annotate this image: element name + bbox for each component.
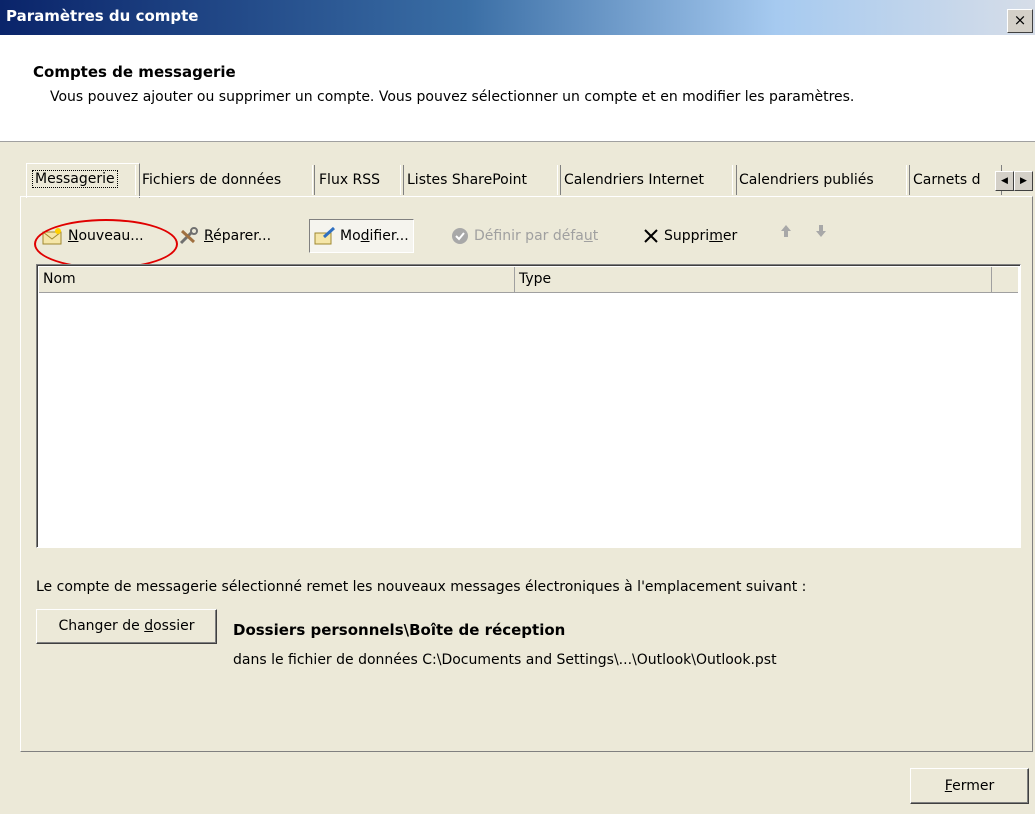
title-bar: Paramètres du compte × [0, 0, 1035, 35]
tab-calendriers-publies[interactable]: Calendriers publiés [732, 165, 910, 195]
close-window-button[interactable]: × [1007, 9, 1033, 33]
column-header-type[interactable]: Type [515, 267, 992, 292]
set-default-button[interactable]: Définir par défaut [450, 219, 598, 253]
window-title: Paramètres du compte [6, 7, 199, 25]
list-header: Nom Type [39, 267, 1018, 293]
header-panel: Comptes de messagerie Vous pouvez ajoute… [0, 35, 1035, 142]
delivery-folder: Dossiers personnels\Boîte de réception [233, 621, 566, 639]
tab-carnets[interactable]: Carnets d [906, 165, 1002, 195]
tab-listes-sharepoint[interactable]: Listes SharePoint [400, 165, 561, 195]
tab-flux-rss[interactable]: Flux RSS [312, 165, 404, 195]
modify-icon [314, 227, 336, 245]
modify-button[interactable]: Modifier... [309, 219, 414, 253]
tab-calendriers-internet[interactable]: Calendriers Internet [557, 165, 737, 195]
tab-fichiers-de-donnees[interactable]: Fichiers de données [135, 165, 315, 195]
tab-scroll-right-icon[interactable]: ▶ [1014, 171, 1033, 191]
close-button[interactable]: Fermer [910, 768, 1029, 804]
tab-strip: Messagerie Fichiers de données Flux RSS … [22, 163, 1035, 198]
arrow-down-icon [816, 225, 826, 237]
accounts-list[interactable]: Nom Type [36, 264, 1021, 548]
column-header-nom[interactable]: Nom [39, 267, 515, 292]
delivery-note: Le compte de messagerie sélectionné reme… [36, 579, 807, 595]
move-up-button[interactable] [779, 219, 793, 253]
highlight-ellipse [34, 219, 178, 269]
delete-x-icon [644, 229, 658, 243]
change-folder-button[interactable]: Changer de dossier [36, 609, 217, 644]
check-circle-icon [452, 228, 468, 244]
tab-scroll: ◀ ▶ [995, 171, 1033, 191]
data-file-path: dans le fichier de données C:\Documents … [233, 652, 777, 668]
arrow-up-icon [781, 225, 791, 237]
repair-tools-icon [179, 227, 198, 245]
move-down-button[interactable] [814, 219, 828, 253]
repair-button[interactable]: Réparer... [178, 219, 271, 253]
header-description: Vous pouvez ajouter ou supprimer un comp… [50, 89, 855, 105]
tab-scroll-left-icon[interactable]: ◀ [995, 171, 1014, 191]
delete-button[interactable]: Supprimer [642, 219, 737, 253]
tab-messagerie[interactable]: Messagerie [26, 163, 140, 198]
header-title: Comptes de messagerie [33, 63, 236, 81]
